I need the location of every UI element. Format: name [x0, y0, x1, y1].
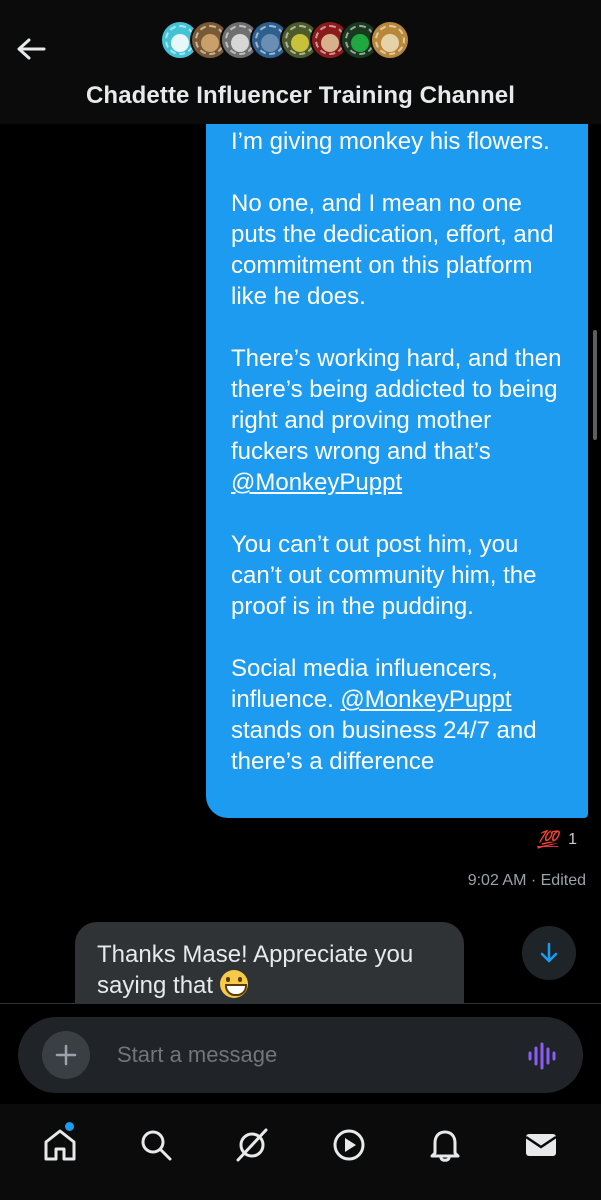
- arrow-down-icon: [540, 942, 558, 963]
- message-paragraph: You can’t out post him, you can’t out co…: [231, 531, 537, 620]
- bell-icon: [430, 1130, 460, 1162]
- bottom-navigation: [0, 1104, 601, 1200]
- message-paragraph: No one, and I mean no one puts the dedic…: [231, 190, 554, 310]
- message-paragraph: There’s working hard, and then there’s b…: [231, 343, 564, 498]
- composer-area: [0, 1003, 601, 1104]
- search-icon: [141, 1130, 172, 1161]
- mail-icon: [525, 1134, 557, 1156]
- mention-link[interactable]: @MonkeyPuppt: [340, 686, 511, 713]
- grok-icon: [236, 1128, 268, 1162]
- plus-icon: [55, 1044, 77, 1066]
- hundred-points-icon: 💯: [537, 830, 559, 849]
- message-timestamp: 9:02 AM · Edited: [467, 872, 586, 889]
- scrollbar[interactable]: [593, 330, 597, 440]
- message-input[interactable]: [117, 1039, 497, 1071]
- outgoing-message-bubble[interactable]: I’m giving monkey his flowers. No one, a…: [206, 100, 588, 818]
- nav-notifications[interactable]: [420, 1120, 470, 1170]
- notification-dot: [65, 1122, 75, 1131]
- nav-grok[interactable]: [227, 1120, 277, 1170]
- grinning-face-icon: [219, 970, 248, 998]
- reaction-count: 1: [568, 831, 578, 848]
- nav-search[interactable]: [131, 1120, 181, 1170]
- message-paragraph: I’m giving monkey his flowers.: [231, 128, 550, 155]
- mention-link[interactable]: @MonkeyPuppt: [231, 469, 402, 496]
- arrow-left-icon: [17, 38, 46, 60]
- nav-home[interactable]: [35, 1120, 85, 1170]
- play-icon: [333, 1129, 365, 1161]
- voice-message-button[interactable]: [527, 1041, 557, 1071]
- channel-title[interactable]: Chadette Influencer Training Channel: [0, 82, 601, 110]
- message-reaction[interactable]: 💯 1: [537, 830, 577, 850]
- nav-video[interactable]: [324, 1120, 374, 1170]
- voice-waveform-icon: [528, 1042, 556, 1070]
- add-attachment-button[interactable]: [42, 1031, 90, 1079]
- message-text: Thanks Mase! Appreciate you saying that: [97, 941, 414, 999]
- message-composer: [18, 1017, 583, 1093]
- paragraph-text: stands on business 24/7 and there’s a di…: [231, 717, 537, 775]
- scroll-to-bottom-button[interactable]: [522, 926, 576, 980]
- member-avatar: [370, 20, 410, 60]
- back-button[interactable]: [14, 32, 48, 66]
- conversation-header: Chadette Influencer Training Channel: [0, 0, 601, 124]
- nav-messages[interactable]: [516, 1120, 566, 1170]
- message-paragraph: Social media influencers, influence. @Mo…: [231, 653, 564, 777]
- paragraph-text: There’s working hard, and then there’s b…: [231, 345, 562, 465]
- home-icon: [44, 1129, 76, 1161]
- group-avatars[interactable]: [160, 20, 410, 76]
